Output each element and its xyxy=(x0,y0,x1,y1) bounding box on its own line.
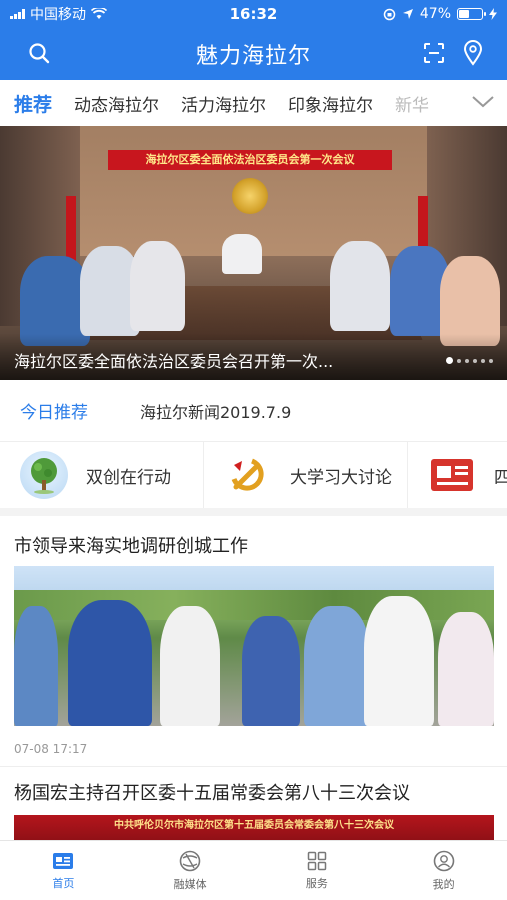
news-photo-banner: 中共呼伦贝尔市海拉尔区第十五届委员会常委会第八十三次会议 xyxy=(114,820,394,831)
today-recommend-label: 今日推荐 xyxy=(20,403,88,423)
app-header: 魅力海拉尔 xyxy=(0,28,507,80)
orientation-lock-icon xyxy=(383,8,396,20)
tab-news[interactable]: 动态海拉尔 xyxy=(74,91,159,116)
news-item[interactable]: 市领导来海实地调研创城工作 07-08 17:17 xyxy=(0,516,507,766)
status-bar: 中国移动 16:32 47% xyxy=(0,0,507,28)
news-title: 市领导来海实地调研创城工作 xyxy=(14,536,248,557)
wifi-icon xyxy=(91,8,107,19)
banner-carousel[interactable]: 海拉尔区委全面依法治区委员会第一次会议 海拉尔区委全面依法治区委员会召开第一次.… xyxy=(0,126,507,380)
tab-recommend[interactable]: 推荐 xyxy=(14,90,52,117)
banner-caption: 海拉尔区委全面依法治区委员会召开第一次... xyxy=(14,352,334,371)
tabbar-label: 我的 xyxy=(432,877,455,891)
bottom-tab-bar: 首页 融媒体 服务 我的 xyxy=(0,840,507,900)
channel-innovation[interactable]: 双创在行动 xyxy=(0,442,204,508)
attendee xyxy=(130,241,185,331)
party-emblem-icon xyxy=(224,451,272,499)
carousel-dots[interactable] xyxy=(446,357,493,364)
tab-vitality[interactable]: 活力海拉尔 xyxy=(181,91,266,116)
flag-icon xyxy=(66,196,76,266)
today-recommend-bar[interactable]: 今日推荐 海拉尔新闻2019.7.9 xyxy=(0,380,507,442)
chevron-down-icon[interactable] xyxy=(463,93,495,115)
search-icon[interactable] xyxy=(28,42,50,68)
status-time: 16:32 xyxy=(229,5,278,23)
channel-label: 双创在行动 xyxy=(86,467,171,488)
news-photo xyxy=(14,566,494,726)
location-arrow-icon xyxy=(402,9,413,19)
news-time: 07-08 17:17 xyxy=(14,742,88,756)
tabbar-services[interactable]: 服务 xyxy=(254,841,381,900)
signal-icon xyxy=(10,9,25,19)
attendee xyxy=(222,234,262,274)
tabbar-profile[interactable]: 我的 xyxy=(380,841,507,900)
location-pin-icon[interactable] xyxy=(463,40,483,70)
tabbar-label: 首页 xyxy=(52,876,75,890)
scan-icon[interactable] xyxy=(423,42,445,68)
grid-icon xyxy=(307,851,327,870)
tabbar-label: 融媒体 xyxy=(173,877,207,891)
newspaper-icon xyxy=(428,451,476,499)
tabbar-label: 服务 xyxy=(305,876,328,890)
channel-study[interactable]: 大学习大讨论 xyxy=(204,442,408,508)
channel-shortcuts: 双创在行动 大学习大讨论 四 xyxy=(0,442,507,516)
news-photo: 中共呼伦贝尔市海拉尔区第十五届委员会常委会第八十三次会议 xyxy=(14,815,494,841)
battery-percent: 47% xyxy=(419,6,451,22)
today-recommend-value[interactable]: 海拉尔新闻2019.7.9 xyxy=(140,399,291,423)
news-title: 杨国宏主持召开区委十五届常委会第八十三次会议 xyxy=(14,783,410,804)
party-emblem-icon xyxy=(232,178,268,214)
news-item[interactable]: 杨国宏主持召开区委十五届常委会第八十三次会议 中共呼伦贝尔市海拉尔区第十五届委员… xyxy=(0,766,507,841)
battery-icon xyxy=(457,8,486,20)
category-tabs: 推荐 动态海拉尔 活力海拉尔 印象海拉尔 新华 xyxy=(0,80,507,126)
meeting-sign: 海拉尔区委全面依法治区委员会第一次会议 xyxy=(108,150,392,170)
tab-impression[interactable]: 印象海拉尔 xyxy=(288,91,373,116)
home-news-icon xyxy=(53,852,74,869)
attendee xyxy=(330,241,390,331)
tab-xinhua[interactable]: 新华 xyxy=(395,91,429,116)
media-icon xyxy=(179,850,201,871)
tabbar-media[interactable]: 融媒体 xyxy=(127,841,254,900)
attendee xyxy=(440,256,500,346)
channel-label: 大学习大讨论 xyxy=(290,467,392,488)
profile-icon xyxy=(433,850,454,871)
page-title: 魅力海拉尔 xyxy=(195,44,311,69)
channel-label: 四 xyxy=(494,463,507,488)
carrier-label: 中国移动 xyxy=(30,7,86,23)
tabbar-home[interactable]: 首页 xyxy=(0,841,127,900)
tree-icon xyxy=(20,451,68,499)
channel-four[interactable]: 四 xyxy=(408,442,507,508)
charging-icon xyxy=(489,8,497,20)
